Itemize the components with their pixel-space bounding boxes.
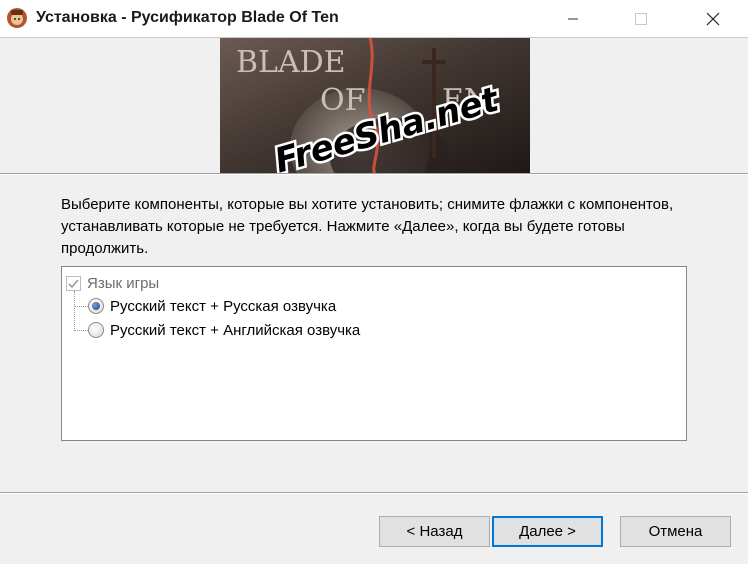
banner-logo-of: OF	[320, 83, 365, 118]
option-label: Русский текст + Русская озвучка	[110, 297, 337, 315]
banner-logo-blade: BLADE	[236, 45, 346, 80]
tree-line	[74, 330, 88, 331]
radio-button[interactable]	[88, 322, 104, 338]
tree-line	[74, 291, 75, 331]
component-option-english-voice[interactable]: Русский текст + Английская озвучка	[88, 319, 360, 341]
radio-button-selected[interactable]	[88, 298, 104, 314]
instructions-text: Выберите компоненты, которые вы хотите у…	[61, 196, 674, 257]
close-icon	[706, 12, 720, 25]
component-group-game-language[interactable]: Язык игры	[66, 272, 159, 294]
component-option-russian-voice[interactable]: Русский текст + Русская озвучка	[88, 295, 336, 317]
title-bar: Установка - Русификатор Blade Of Ten	[0, 0, 748, 37]
banner-art: BLADE OF EN FreeSha.net	[220, 38, 530, 174]
cancel-button[interactable]: Отмена	[620, 516, 731, 547]
window-title: Установка - Русификатор Blade Of Ten	[36, 9, 339, 26]
option-label: Русский текст + Английская озвучка	[110, 321, 361, 339]
minimize-button[interactable]	[550, 0, 596, 37]
group-label: Язык игры	[87, 274, 160, 292]
close-button[interactable]	[690, 0, 736, 37]
maximize-icon	[635, 12, 647, 25]
wizard-banner-image: BLADE OF EN FreeSha.net	[220, 38, 530, 174]
back-button[interactable]: < Назад	[379, 516, 490, 547]
setup-app-icon	[7, 8, 27, 28]
minimize-icon	[568, 18, 578, 19]
checkmark-icon	[68, 278, 79, 288]
banner-divider-highlight	[0, 174, 748, 175]
footer-divider-highlight	[0, 493, 748, 494]
group-checkbox[interactable]	[66, 275, 81, 291]
maximize-button[interactable]	[618, 0, 664, 37]
tree-line	[74, 306, 88, 307]
components-list[interactable]: Язык игры Русский текст + Русская озвучк…	[61, 266, 687, 441]
next-button[interactable]: Далее >	[492, 516, 603, 547]
